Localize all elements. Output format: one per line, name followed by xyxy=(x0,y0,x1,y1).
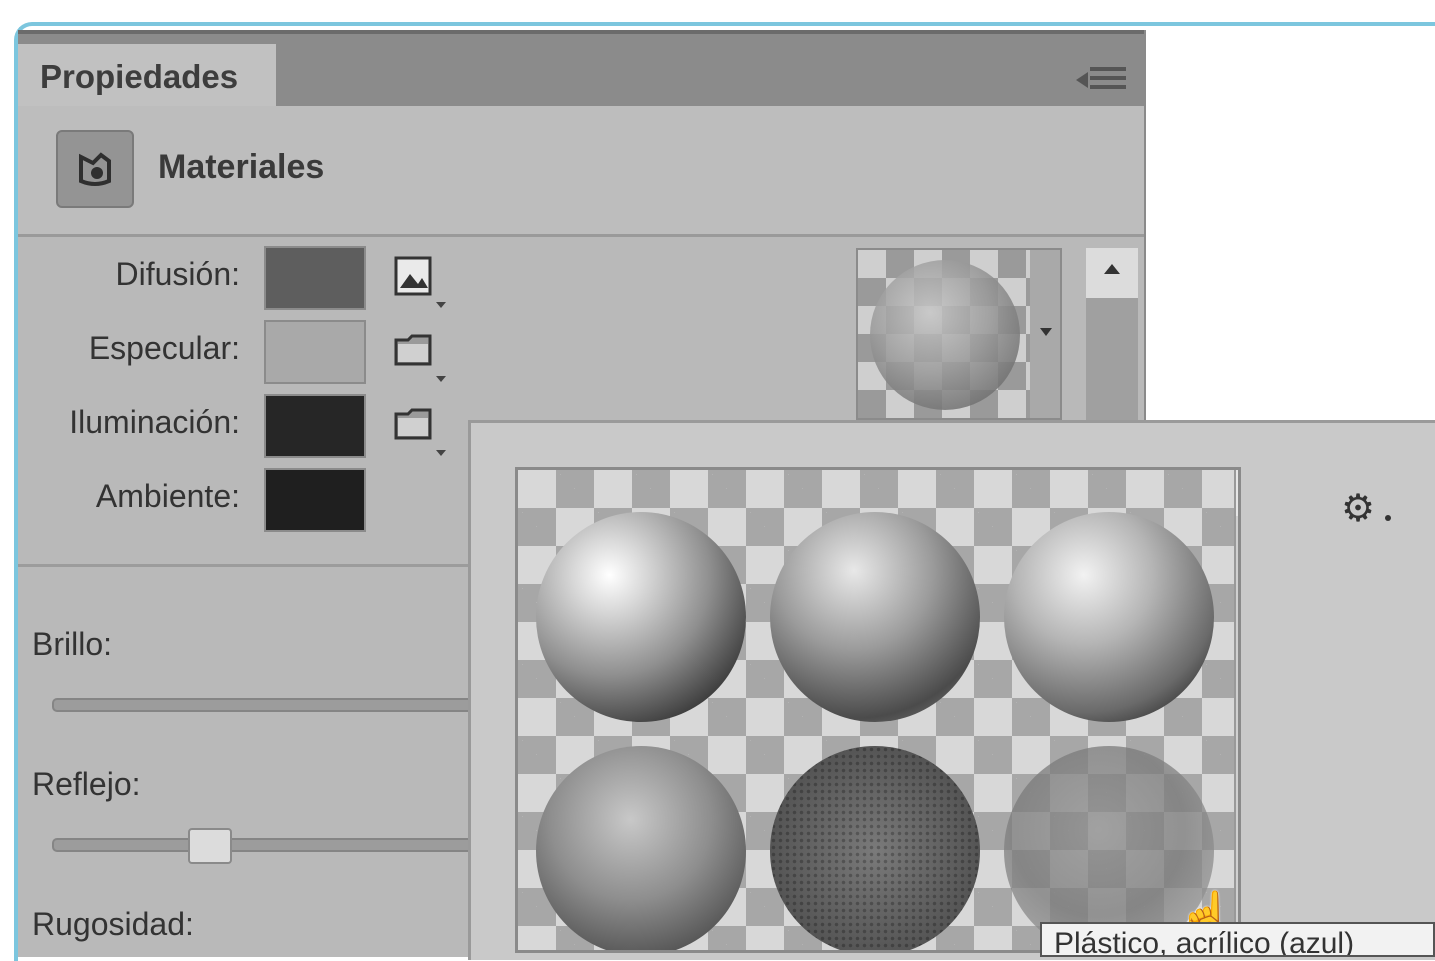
scroll-up-button[interactable] xyxy=(1236,470,1238,516)
shininess-slider[interactable] xyxy=(52,698,482,712)
shininess-label: Brillo: xyxy=(32,626,113,662)
chevron-down-icon xyxy=(436,302,446,308)
material-picker-popup: ☝ ⚙ xyxy=(468,420,1435,960)
chevron-down-icon xyxy=(1040,328,1052,336)
chevron-down-icon xyxy=(1385,515,1391,521)
roughness-label: Rugosidad: xyxy=(32,906,194,942)
panel-tab-bar: Propiedades xyxy=(18,30,1144,110)
materials-header: Materiales xyxy=(18,106,1144,237)
reflection-label: Reflejo: xyxy=(32,766,141,802)
diffuse-texture-button[interactable] xyxy=(392,254,446,308)
folder-icon xyxy=(394,334,432,366)
illumination-texture-button[interactable] xyxy=(392,402,446,456)
ambient-label: Ambiente: xyxy=(95,478,240,514)
specular-texture-button[interactable] xyxy=(392,328,446,382)
material-grid: ☝ xyxy=(515,467,1241,953)
preview-dropdown-column[interactable] xyxy=(1030,250,1060,418)
material-swatch[interactable] xyxy=(770,746,980,950)
material-swatch[interactable] xyxy=(536,512,746,722)
material-preview-sphere xyxy=(870,260,1020,410)
folder-icon xyxy=(394,408,432,440)
materials-icon[interactable] xyxy=(56,130,134,208)
reflection-slider-thumb[interactable] xyxy=(188,828,232,864)
section-title: Materiales xyxy=(158,148,325,186)
panel-scrollbar[interactable] xyxy=(1086,248,1138,420)
material-grid-scrollbar[interactable] xyxy=(1234,470,1241,950)
chevron-down-icon xyxy=(436,376,446,382)
gear-icon[interactable]: ⚙ xyxy=(1341,489,1381,529)
ambient-color-swatch[interactable] xyxy=(264,468,366,532)
illumination-color-swatch[interactable] xyxy=(264,394,366,458)
material-swatch[interactable] xyxy=(770,512,980,722)
arrow-up-icon xyxy=(1104,264,1120,274)
material-swatch[interactable] xyxy=(1004,512,1214,722)
material-tooltip: Plástico, acrílico (azul) xyxy=(1040,922,1435,957)
illumination-label: Iluminación: xyxy=(69,404,240,440)
diffuse-color-swatch[interactable] xyxy=(264,246,366,310)
material-swatch[interactable] xyxy=(536,746,746,950)
material-preview-dropdown[interactable] xyxy=(856,248,1062,420)
image-texture-icon xyxy=(394,256,432,296)
diffuse-label: Difusión: xyxy=(115,256,241,292)
panel-menu-icon[interactable] xyxy=(1076,62,1126,92)
scroll-up-button[interactable] xyxy=(1086,248,1138,298)
specular-color-swatch[interactable] xyxy=(264,320,366,384)
specular-label: Especular: xyxy=(88,330,240,366)
scrollbar-thumb[interactable] xyxy=(1240,710,1241,756)
divider xyxy=(18,564,478,567)
reflection-slider[interactable] xyxy=(52,838,482,852)
chevron-down-icon xyxy=(436,450,446,456)
tab-propiedades[interactable]: Propiedades xyxy=(18,44,276,110)
